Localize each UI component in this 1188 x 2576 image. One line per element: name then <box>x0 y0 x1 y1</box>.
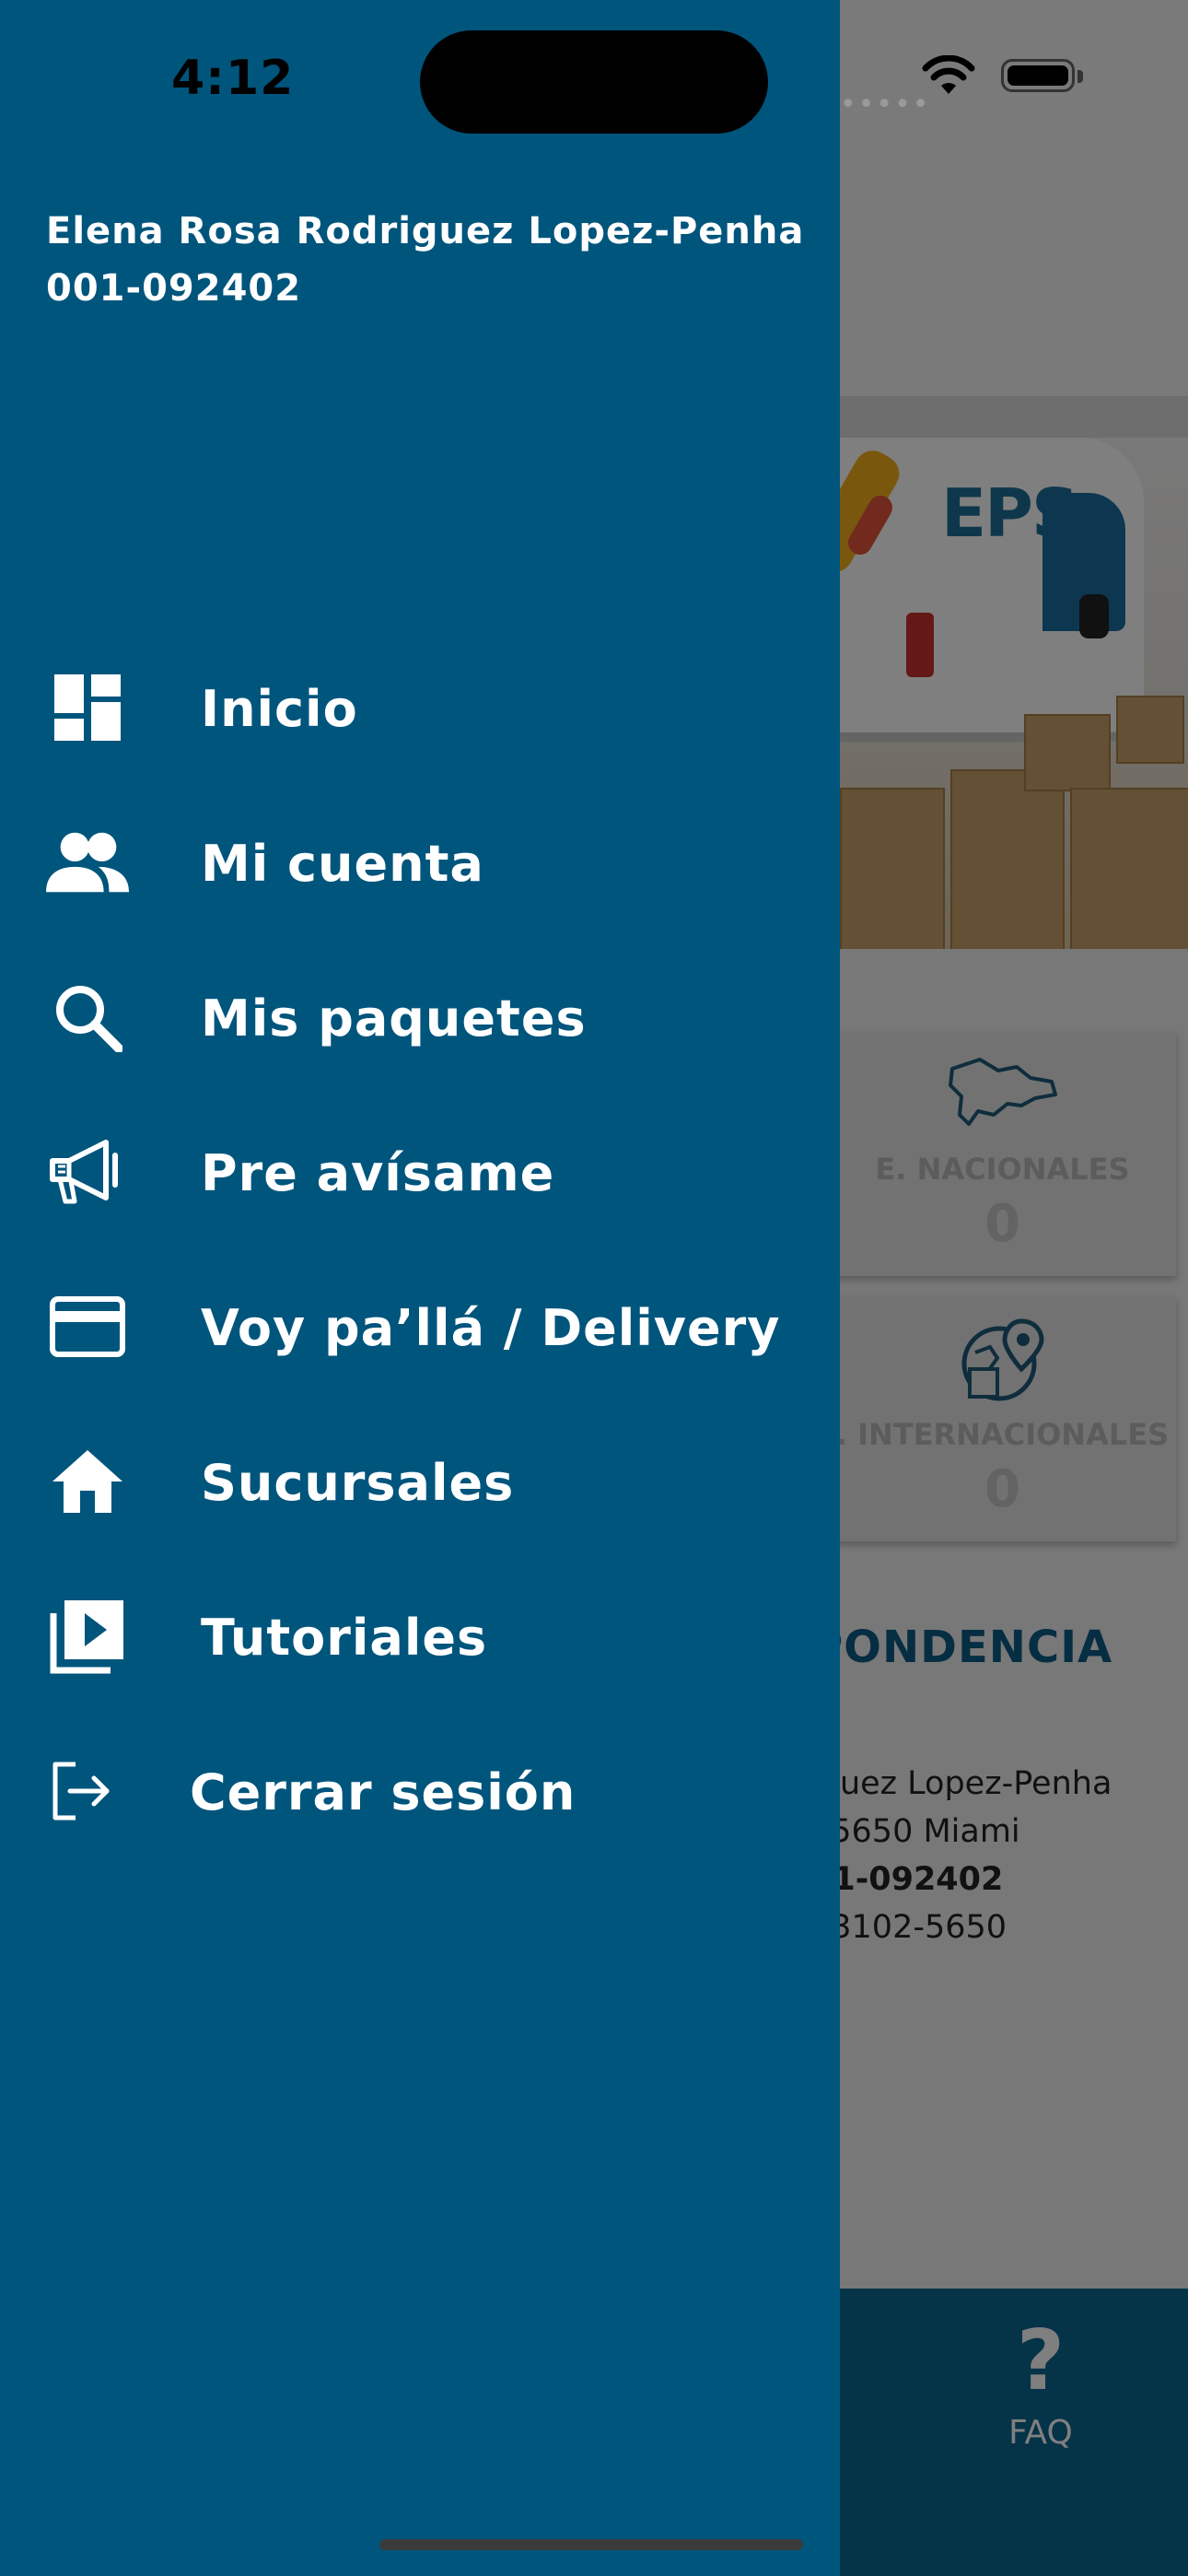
menu-item-label: Tutoriales <box>201 1609 488 1667</box>
menu-item-label: Sucursales <box>201 1454 515 1512</box>
credit-card-icon <box>46 1290 129 1364</box>
menu-item-pre-avisame[interactable]: Pre avísame <box>0 1103 840 1241</box>
battery-icon <box>1001 59 1075 92</box>
user-name: Elena Rosa Rodriguez Lopez-Penha <box>46 210 805 252</box>
menu-item-mi-cuenta[interactable]: Mi cuenta <box>0 793 840 931</box>
logout-icon <box>41 1754 123 1828</box>
menu-item-label: Voy pa’llá / Delivery <box>201 1299 781 1357</box>
menu-item-label: Inicio <box>201 680 358 738</box>
video-library-icon <box>46 1599 129 1674</box>
menu-item-label: Mis paquetes <box>201 989 587 1048</box>
menu-item-label: Pre avísame <box>201 1144 555 1202</box>
navigation-drawer: Elena Rosa Rodriguez Lopez-Penha 001-092… <box>0 0 840 2576</box>
home-icon <box>46 1445 129 1518</box>
dashboard-icon <box>46 671 129 744</box>
menu-item-delivery[interactable]: Voy pa’llá / Delivery <box>0 1258 840 1396</box>
wifi-icon <box>922 55 975 94</box>
status-indicators: ••••• <box>840 55 1181 121</box>
menu-item-label: Cerrar sesión <box>190 1763 577 1821</box>
user-id: 001-092402 <box>46 267 302 310</box>
home-indicator[interactable] <box>379 2539 803 2550</box>
status-time: 4:12 <box>171 51 295 106</box>
search-icon <box>46 980 129 1054</box>
menu-item-inicio[interactable]: Inicio <box>0 638 840 777</box>
cellular-signal-icon: ••••• <box>840 88 931 121</box>
megaphone-icon <box>46 1135 129 1209</box>
menu-item-label: Mi cuenta <box>201 835 484 893</box>
menu-item-tutoriales[interactable]: Tutoriales <box>0 1567 840 1705</box>
battery-tip <box>1077 70 1083 83</box>
people-icon <box>46 825 129 899</box>
menu-item-mis-paquetes[interactable]: Mis paquetes <box>0 948 840 1086</box>
dynamic-island <box>420 30 768 134</box>
menu-item-cerrar-sesion[interactable]: Cerrar sesión <box>0 1722 840 1860</box>
menu-item-sucursales[interactable]: Sucursales <box>0 1412 840 1551</box>
